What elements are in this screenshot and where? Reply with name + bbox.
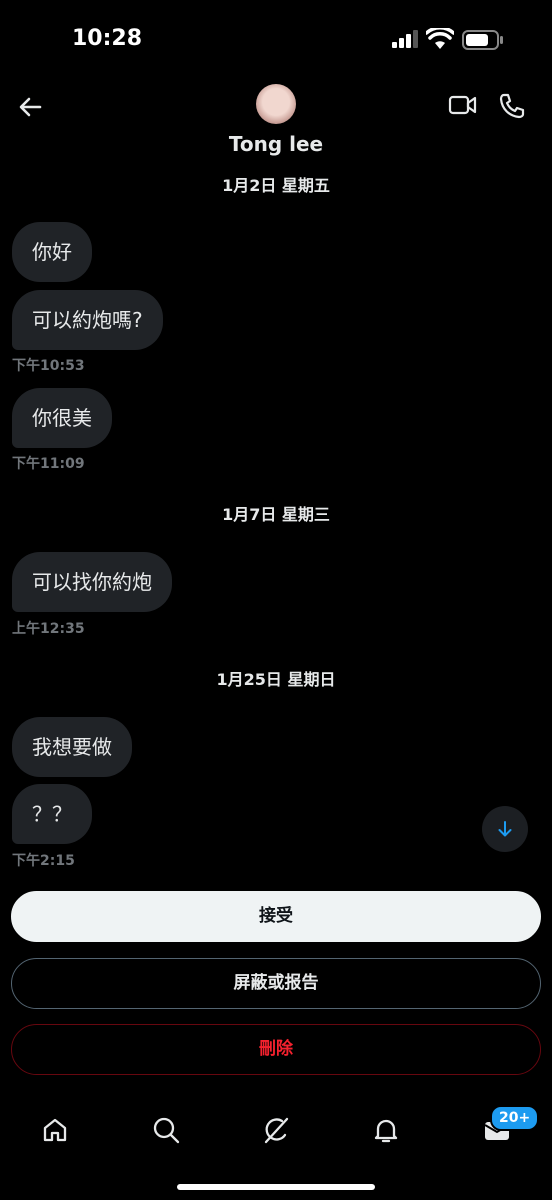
bottom-tab-bar (0, 1100, 552, 1160)
phone-call-icon[interactable] (498, 92, 526, 124)
message-bubble[interactable]: 你很美 (12, 388, 112, 448)
contact-name[interactable]: Tong lee (0, 132, 552, 156)
message-bubble[interactable]: ？？ (12, 784, 92, 844)
notifications-icon[interactable] (366, 1110, 406, 1150)
avatar[interactable] (256, 84, 296, 124)
message-timestamp: 上午12:35 (12, 621, 85, 637)
accept-button[interactable]: 接受 (11, 891, 541, 942)
video-call-icon[interactable] (448, 94, 478, 120)
back-arrow-icon[interactable] (16, 92, 46, 122)
message-timestamp: 下午11:09 (12, 456, 85, 472)
message-bubble[interactable]: 我想要做 (12, 717, 132, 777)
block-or-report-button[interactable]: 屏蔽或报告 (11, 958, 541, 1009)
date-separator: 1月7日 星期三 (222, 505, 330, 524)
home-indicator (177, 1184, 375, 1190)
status-bar: 10:28 (0, 0, 552, 80)
cellular-signal-icon (392, 30, 420, 52)
home-icon[interactable] (35, 1110, 75, 1150)
message-timestamp: 下午2:15 (12, 853, 75, 869)
battery-icon (462, 30, 504, 54)
message-bubble[interactable]: 你好 (12, 222, 92, 282)
date-separator: 1月2日 星期五 (222, 176, 330, 195)
status-time: 10:28 (72, 26, 143, 51)
message-timestamp: 下午10:53 (12, 358, 85, 374)
message-bubble[interactable]: 可以找你約炮 (12, 552, 172, 612)
search-icon[interactable] (146, 1110, 186, 1150)
wifi-icon (424, 26, 456, 54)
grok-icon[interactable] (256, 1110, 296, 1150)
date-separator: 1月25日 星期日 (216, 670, 336, 689)
delete-button[interactable]: 刪除 (11, 1024, 541, 1075)
messages-count-badge: 20+ (490, 1105, 540, 1131)
scroll-to-bottom-button[interactable] (482, 806, 528, 852)
message-bubble[interactable]: 可以約炮嗎? (12, 290, 163, 350)
